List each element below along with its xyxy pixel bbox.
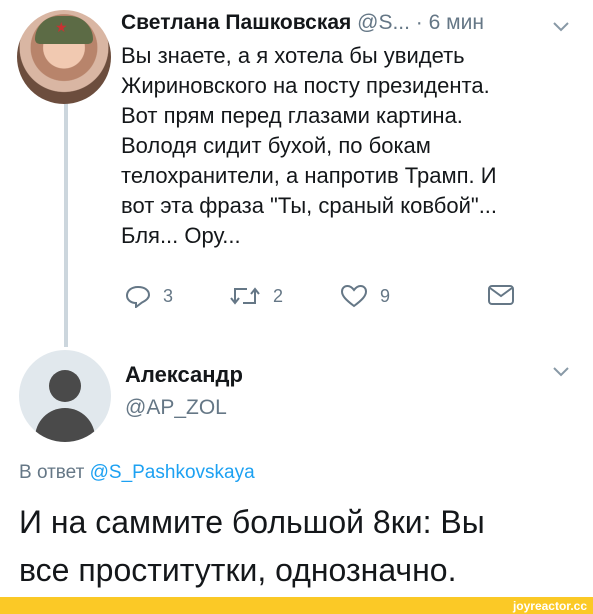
reply-context: В ответ @S_Pashkovskaya xyxy=(19,462,255,484)
like-icon xyxy=(340,284,368,308)
retweet-count: 2 xyxy=(273,285,284,306)
reply-author-name[interactable]: Александр xyxy=(125,362,243,388)
tweet-line: телохранители, а напротив Трамп. И xyxy=(121,163,497,188)
like-count: 9 xyxy=(380,285,391,306)
avatar-body-shape xyxy=(35,408,95,442)
chevron-down-icon[interactable] xyxy=(553,367,569,377)
tweet-line: Вот прям перед глазами картина. xyxy=(121,103,463,128)
reply-author-handle[interactable]: @AP_ZOL xyxy=(125,396,227,420)
retweet-icon xyxy=(230,287,260,305)
message-icon xyxy=(488,285,514,305)
watermark: joyreactor.cc xyxy=(512,599,587,613)
chevron-down-icon[interactable] xyxy=(553,22,569,32)
reply-line: И на саммите большой 8ки: Вы xyxy=(19,504,485,540)
reply-icon xyxy=(125,285,151,308)
reply-text: И на саммите большой 8ки: Вы все простит… xyxy=(19,498,579,594)
tweet-line: вот эта фраза "Ты, сраный ковбой"... xyxy=(121,193,498,218)
avatar-head-shape xyxy=(49,370,81,402)
tweet-line: Бля... Ору... xyxy=(121,223,241,248)
separator: · xyxy=(415,11,423,34)
reply-count: 3 xyxy=(163,285,174,306)
reply-prefix: В ответ xyxy=(19,462,85,483)
star-icon: ★ xyxy=(55,19,68,35)
message-button[interactable] xyxy=(487,284,515,306)
avatar-default[interactable] xyxy=(19,350,111,442)
reply-to-link[interactable]: @S_Pashkovskaya xyxy=(90,462,255,483)
reply-button[interactable]: 3 xyxy=(125,284,173,308)
author-handle[interactable]: @S... xyxy=(357,11,410,34)
avatar[interactable]: ★ xyxy=(17,10,111,104)
reply-line: все проститутки, однозначно. xyxy=(19,552,457,588)
thread-line xyxy=(64,102,68,347)
retweet-button[interactable]: 2 xyxy=(229,284,283,308)
watermark-bar xyxy=(0,597,593,614)
timestamp[interactable]: 6 мин xyxy=(429,11,484,34)
tweet-line: Жириновского на посту президента. xyxy=(121,73,490,98)
tweet-header: Светлана Пашковская @S... · 6 мин xyxy=(121,8,581,38)
tweet-actions: 3 2 9 xyxy=(125,284,525,314)
tweet-line: Вы знаете, а я хотела бы увидеть xyxy=(121,43,465,68)
tweet-text: Вы знаете, а я хотела бы увидеть Жиринов… xyxy=(121,41,581,251)
like-button[interactable]: 9 xyxy=(340,284,390,308)
author-name[interactable]: Светлана Пашковская xyxy=(121,11,351,34)
tweet-line: Володя сидит бухой, по бокам xyxy=(121,133,431,158)
